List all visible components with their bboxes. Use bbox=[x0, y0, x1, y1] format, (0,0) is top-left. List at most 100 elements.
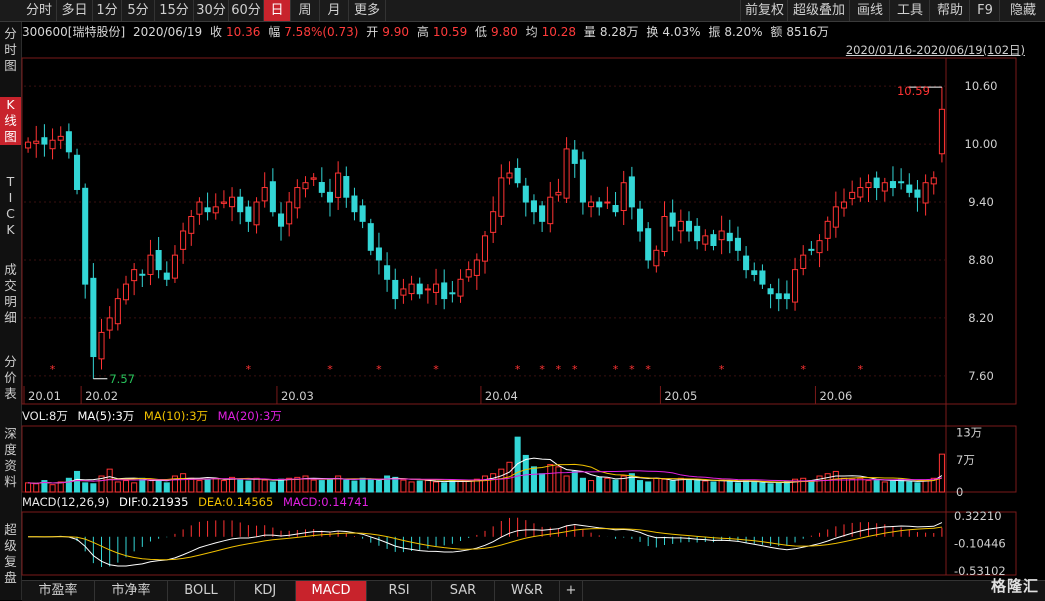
candle-body bbox=[555, 191, 562, 196]
date-tick-label: 20.02 bbox=[85, 389, 118, 403]
volume-header-ma5: MA(5):3万 bbox=[77, 409, 135, 423]
candle-body bbox=[865, 182, 872, 189]
indicator-tab-4[interactable]: MACD bbox=[296, 581, 367, 601]
volume-bar bbox=[74, 470, 81, 493]
volume-bar bbox=[636, 480, 644, 493]
candle-body bbox=[155, 250, 162, 271]
event-star: * bbox=[515, 363, 521, 376]
event-star: * bbox=[327, 363, 333, 376]
candle-body bbox=[906, 184, 913, 193]
volume-bar bbox=[343, 479, 350, 493]
candle-body bbox=[269, 181, 276, 213]
volume-bar bbox=[449, 479, 456, 493]
volume-bar bbox=[220, 480, 227, 493]
volume-bar bbox=[922, 480, 929, 493]
volume-bar bbox=[881, 481, 888, 493]
candle-body bbox=[775, 293, 782, 300]
candle-body bbox=[514, 167, 521, 184]
candle-body bbox=[433, 283, 440, 293]
indicator-tabs: 市盈率 市净率 BOLL KDJ MACD RSI SAR W&R + bbox=[22, 580, 1045, 601]
volume-bar bbox=[269, 481, 276, 493]
volume-bar bbox=[310, 479, 317, 493]
candle-body bbox=[449, 292, 456, 295]
candle-body bbox=[367, 223, 374, 251]
candle-body bbox=[74, 154, 81, 190]
candle-body bbox=[539, 205, 546, 222]
volume-bar bbox=[465, 480, 472, 493]
candle-body bbox=[294, 187, 301, 209]
candle-body bbox=[33, 140, 40, 144]
price-tick-label: 8.20 bbox=[968, 311, 994, 325]
volume-bar bbox=[718, 479, 725, 493]
volume-bar bbox=[481, 475, 489, 493]
event-star: * bbox=[433, 363, 439, 376]
candle-body bbox=[914, 189, 921, 198]
volume-bar bbox=[212, 477, 219, 493]
macd-header-macd: MACD:0.14741 bbox=[282, 495, 369, 509]
volume-bar bbox=[726, 480, 733, 493]
candle-body bbox=[196, 201, 203, 215]
volume-header-ma20: MA(20):3万 bbox=[217, 409, 282, 423]
volume-bar bbox=[82, 482, 89, 493]
indicator-tab-7[interactable]: W&R bbox=[495, 581, 560, 601]
volume-bar bbox=[579, 477, 586, 493]
volume-header-ma10: MA(10):3万 bbox=[143, 409, 209, 423]
volume-bar bbox=[743, 480, 750, 493]
candle-body bbox=[343, 176, 350, 198]
volume-bar bbox=[824, 473, 831, 493]
candle-body bbox=[457, 278, 464, 297]
candle-body bbox=[351, 195, 358, 213]
volume-bar bbox=[767, 483, 774, 493]
candle-body bbox=[277, 213, 285, 227]
indicator-tab-2[interactable]: BOLL bbox=[168, 581, 235, 601]
candle-body bbox=[49, 139, 56, 150]
volume-bar bbox=[25, 482, 32, 493]
candle-body bbox=[147, 254, 154, 275]
candle-body bbox=[98, 331, 105, 360]
volume-bar bbox=[433, 481, 440, 493]
volume-bar bbox=[490, 473, 497, 493]
volume-bar bbox=[375, 480, 382, 493]
volume-bar bbox=[33, 483, 40, 493]
volume-bar bbox=[555, 466, 562, 493]
candle-body bbox=[57, 135, 64, 141]
candle-body bbox=[416, 283, 423, 295]
panel-frame bbox=[21, 57, 1017, 405]
volume-bar bbox=[204, 478, 211, 493]
event-star: * bbox=[719, 363, 725, 376]
candle-body bbox=[889, 181, 896, 189]
volume-bar bbox=[400, 479, 407, 493]
candle-body bbox=[286, 201, 293, 225]
volume-bar bbox=[685, 479, 693, 493]
candle-body bbox=[408, 283, 415, 295]
candle-body bbox=[571, 149, 578, 164]
macd-header-dea: DEA:0.14565 bbox=[198, 495, 274, 509]
candle-body bbox=[180, 230, 187, 250]
volume-bar bbox=[424, 480, 431, 493]
volume-bar bbox=[147, 478, 154, 493]
candle-body bbox=[204, 207, 211, 213]
volume-bar bbox=[180, 473, 187, 493]
volume-bar bbox=[539, 473, 546, 493]
candle-body bbox=[498, 177, 505, 217]
candle-body bbox=[604, 201, 611, 204]
indicator-tab-0[interactable]: 市盈率 bbox=[22, 581, 95, 601]
volume-bar bbox=[547, 464, 554, 493]
volume-bar bbox=[131, 482, 138, 493]
volume-bar bbox=[889, 480, 896, 493]
volume-bar bbox=[710, 481, 717, 493]
candle-body bbox=[743, 255, 750, 271]
volume-bar bbox=[653, 477, 660, 493]
indicator-tab-5[interactable]: RSI bbox=[367, 581, 432, 601]
indicator-tab-3[interactable]: KDJ bbox=[235, 581, 296, 601]
high-annotation: 10.59 bbox=[897, 84, 930, 98]
candle-body bbox=[685, 220, 693, 232]
indicator-tab-1[interactable]: 市净率 bbox=[95, 581, 168, 601]
candle-body bbox=[392, 279, 399, 300]
volume-bar bbox=[196, 480, 203, 493]
volume-bar bbox=[367, 478, 374, 493]
indicator-tab-6[interactable]: SAR bbox=[432, 581, 495, 601]
candle-body bbox=[41, 137, 48, 145]
indicator-tab-8[interactable]: + bbox=[560, 581, 583, 601]
candle-body bbox=[114, 298, 121, 325]
